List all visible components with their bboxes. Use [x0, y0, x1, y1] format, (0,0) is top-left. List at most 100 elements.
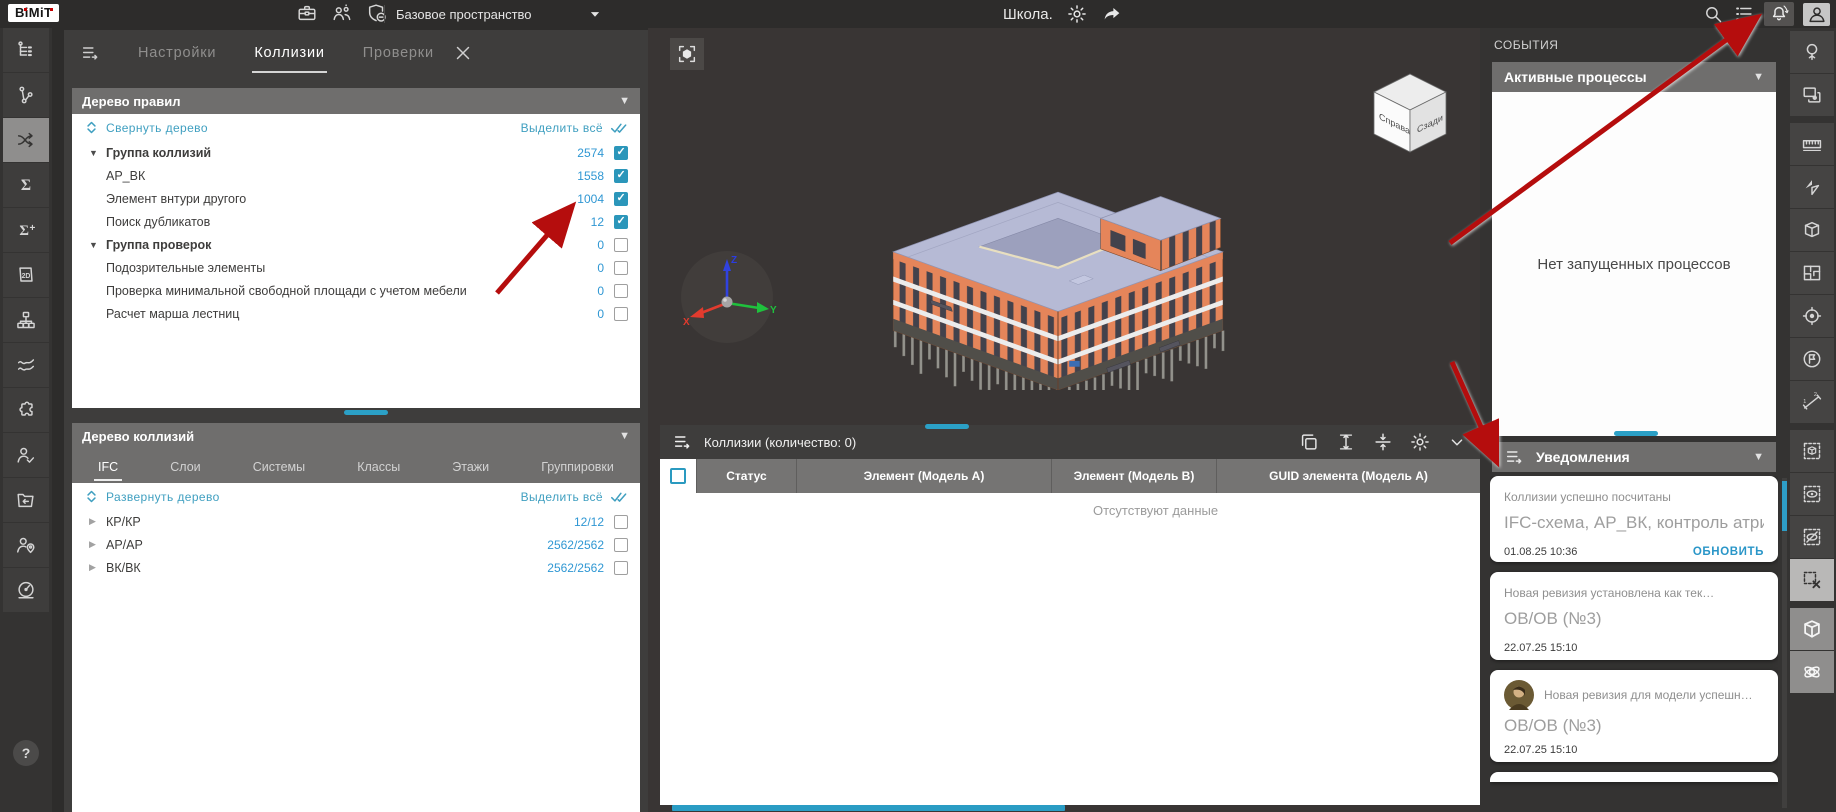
- close-panel-icon[interactable]: [452, 42, 474, 64]
- sum-icon[interactable]: Σ: [3, 163, 49, 207]
- dashboard-icon[interactable]: [3, 568, 49, 612]
- collisions-icon[interactable]: [3, 118, 49, 162]
- events-splitter[interactable]: [1614, 431, 1658, 436]
- expand-caret-icon[interactable]: ▶: [89, 562, 106, 573]
- rule-checkbox[interactable]: [614, 307, 628, 321]
- expand-caret-icon[interactable]: ▼: [89, 240, 106, 250]
- workspace-selector[interactable]: Базовое пространство: [396, 0, 606, 28]
- user-profile-button[interactable]: [1803, 3, 1830, 26]
- tab-settings[interactable]: Настройки: [136, 33, 218, 73]
- panel-menu-icon[interactable]: [80, 42, 102, 64]
- clash-plane-icon[interactable]: [1790, 166, 1834, 208]
- tab-systems[interactable]: Системы: [249, 452, 309, 481]
- fit-height-icon[interactable]: [1335, 431, 1357, 453]
- copy-icon[interactable]: [1298, 431, 1320, 453]
- rule-row[interactable]: Проверка минимальной свободной площади с…: [72, 279, 640, 302]
- rule-row[interactable]: Поиск дубликатов12: [72, 210, 640, 233]
- collision-checkbox[interactable]: [614, 561, 628, 575]
- column-element-b[interactable]: Элемент (Модель B): [1051, 459, 1216, 493]
- help-button[interactable]: ?: [13, 740, 39, 766]
- table-splitter[interactable]: [925, 424, 969, 429]
- axis-gizmo[interactable]: Z Y X: [677, 245, 777, 345]
- floor-plan-icon[interactable]: [1790, 252, 1834, 294]
- share-icon[interactable]: [1101, 3, 1123, 25]
- folder-export-icon[interactable]: [3, 478, 49, 522]
- collision-tree-row[interactable]: ▶КР/КР12/12: [72, 510, 640, 533]
- notification-card[interactable]: Новая ревизия установлена как тек… ОВ/ОВ…: [1490, 572, 1778, 660]
- user-check-icon[interactable]: [3, 433, 49, 477]
- rule-checkbox[interactable]: [614, 215, 628, 229]
- notification-card-partial[interactable]: [1490, 772, 1778, 782]
- notification-card[interactable]: Коллизии успешно посчитаны IFC-схема, АР…: [1490, 476, 1778, 562]
- rule-row[interactable]: ▼Группа проверок0: [72, 233, 640, 256]
- double-check-icon[interactable]: [609, 118, 628, 137]
- flag-icon[interactable]: [1790, 338, 1834, 380]
- select-all-checkbox[interactable]: [670, 468, 686, 484]
- tab-floors[interactable]: Этажи: [448, 452, 493, 481]
- search-icon[interactable]: [1702, 3, 1724, 25]
- notifications-menu-icon[interactable]: [1504, 446, 1526, 468]
- collapse-rows-icon[interactable]: [1372, 431, 1394, 453]
- rule-row[interactable]: Расчет марша лестниц0: [72, 302, 640, 325]
- locate-icon[interactable]: [1790, 295, 1834, 337]
- tab-classes[interactable]: Классы: [353, 452, 404, 481]
- expand-tree-link[interactable]: Развернуть дерево: [106, 490, 220, 504]
- active-processes-header[interactable]: Активные процессы ▼: [1492, 62, 1776, 92]
- charts-icon[interactable]: [3, 343, 49, 387]
- expand-caret-icon[interactable]: ▼: [89, 148, 106, 158]
- collapse-tree-icon[interactable]: [84, 120, 99, 135]
- projects-icon[interactable]: [296, 2, 318, 24]
- rule-row[interactable]: АР_ВК1558: [72, 164, 640, 187]
- selection-sets-icon[interactable]: [1790, 74, 1834, 116]
- expand-caret-icon[interactable]: ▶: [89, 516, 106, 527]
- hide-icon[interactable]: [1790, 516, 1834, 558]
- rule-checkbox[interactable]: [614, 192, 628, 206]
- drawings-2d-icon[interactable]: 2D: [3, 253, 49, 297]
- section-box-icon[interactable]: [1790, 209, 1834, 251]
- table-settings-icon[interactable]: [1409, 431, 1431, 453]
- collision-tree-row[interactable]: ▶АР/АР2562/2562: [72, 533, 640, 556]
- branch-icon[interactable]: [3, 73, 49, 117]
- rule-checkbox[interactable]: [614, 238, 628, 252]
- building-model[interactable]: [882, 150, 1234, 390]
- collision-checkbox[interactable]: [614, 538, 628, 552]
- rule-checkbox[interactable]: [614, 261, 628, 275]
- view-cube-icon[interactable]: [1790, 608, 1834, 650]
- user-location-icon[interactable]: [3, 523, 49, 567]
- sum-plus-icon[interactable]: Σ+: [3, 208, 49, 252]
- isolate-icon[interactable]: [1790, 430, 1834, 472]
- orbit-icon[interactable]: [1790, 651, 1834, 693]
- plugins-icon[interactable]: [3, 388, 49, 432]
- show-icon[interactable]: [1790, 473, 1834, 515]
- panel-splitter[interactable]: [344, 410, 388, 415]
- expand-caret-icon[interactable]: ▶: [89, 539, 106, 550]
- notification-card[interactable]: Новая ревизия для модели успешн… ОВ/ОВ (…: [1490, 670, 1778, 762]
- measure-icon[interactable]: 21: [1790, 381, 1834, 423]
- column-element-a[interactable]: Элемент (Модель A): [796, 459, 1051, 493]
- clear-selection-icon[interactable]: [1790, 559, 1834, 601]
- double-check-icon[interactable]: [609, 487, 628, 506]
- rule-checkbox[interactable]: [614, 284, 628, 298]
- expand-tree-icon[interactable]: [84, 489, 99, 504]
- list-view-icon[interactable]: [1733, 3, 1755, 25]
- rule-checkbox[interactable]: [614, 146, 628, 160]
- collision-checkbox[interactable]: [614, 515, 628, 529]
- tab-collisions[interactable]: Коллизии: [252, 33, 326, 73]
- notifications-bell-button[interactable]: [1764, 2, 1794, 26]
- column-guid-a[interactable]: GUID элемента (Модель A): [1216, 459, 1480, 493]
- table-menu-icon[interactable]: [672, 431, 694, 453]
- column-status[interactable]: Статус: [696, 459, 796, 493]
- rule-row[interactable]: ▼Группа коллизий2574: [72, 141, 640, 164]
- collapse-tree-link[interactable]: Свернуть дерево: [106, 121, 208, 135]
- collision-tree-row[interactable]: ▶ВК/ВК2562/2562: [72, 556, 640, 579]
- hierarchy-icon[interactable]: [3, 298, 49, 342]
- project-settings-icon[interactable]: [1066, 3, 1088, 25]
- rule-row[interactable]: Подозрительные элементы0: [72, 256, 640, 279]
- collision-tree-header[interactable]: Дерево коллизий ▼: [72, 423, 640, 449]
- environment-icon[interactable]: [1790, 31, 1834, 73]
- select-all-link[interactable]: Выделить всё: [521, 490, 603, 504]
- tab-groupings[interactable]: Группировки: [537, 452, 618, 481]
- rule-checkbox[interactable]: [614, 169, 628, 183]
- rule-row[interactable]: Элемент внтури другого1004: [72, 187, 640, 210]
- refresh-link[interactable]: ОБНОВИТЬ: [1693, 546, 1764, 558]
